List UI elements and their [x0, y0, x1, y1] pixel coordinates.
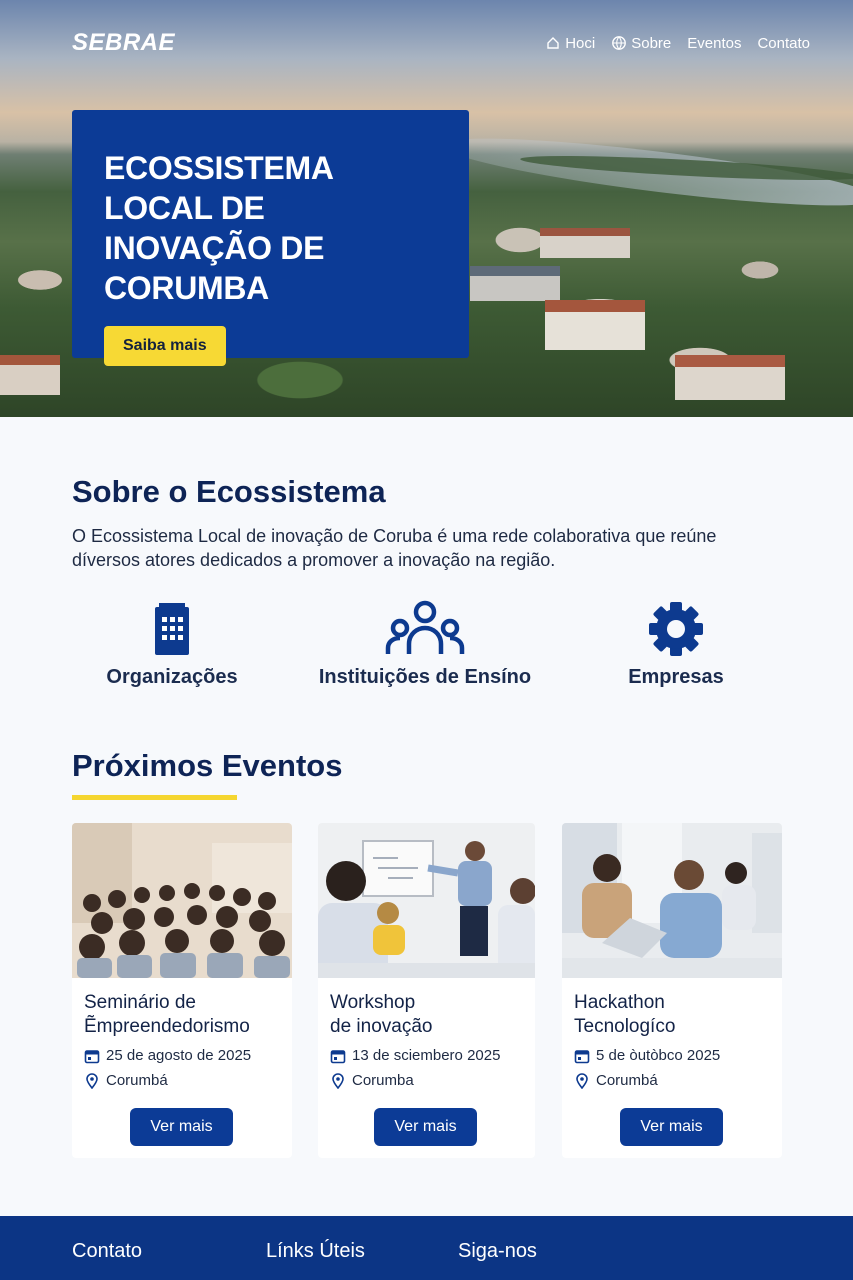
event-date: 5 de òutòbco 2025: [574, 1047, 770, 1064]
event-photo-hackathon: [562, 823, 782, 978]
feature-label: Empresas: [628, 666, 724, 688]
feature-companies: Empresas: [556, 598, 796, 689]
footer-useful-links-heading[interactable]: Línks Úteis: [266, 1240, 365, 1263]
event-date-text: 5 de òutòbco 2025: [596, 1047, 721, 1064]
sebrae-logo[interactable]: SEBRAE: [72, 29, 175, 57]
events-title: Próximos Eventos: [72, 748, 343, 783]
event-location-text: Corumbá: [596, 1072, 658, 1089]
hero-card: ECOSSISTEMA LOCAL DE INOVAÇÃO DE CORUMBA…: [72, 110, 469, 366]
footer: Contato Línks Úteis Siga-nos: [0, 1216, 853, 1280]
feature-institutions: Instituições de Ensíno: [305, 598, 545, 689]
calendar-icon: [574, 1049, 590, 1063]
event-location: Corumbá: [84, 1072, 280, 1089]
footer-follow-us-heading[interactable]: Siga-nos: [458, 1240, 537, 1263]
event-more-button[interactable]: Ver mais: [374, 1108, 477, 1146]
events-title-underline: [72, 795, 237, 800]
globe-icon: [612, 36, 627, 50]
event-location: Corumba: [330, 1072, 523, 1089]
nav-link-label: Hoci: [565, 34, 596, 52]
feature-label: Instituições de Ensíno: [318, 666, 532, 688]
top-nav: SEBRAE Hoci Sobre Eventos Contato: [72, 28, 810, 58]
hero-title: ECOSSISTEMA LOCAL DE INOVAÇÃO DE CORUMBA: [104, 150, 333, 306]
event-photo-seminar: [72, 823, 292, 978]
location-pin-icon: [332, 1072, 344, 1089]
event-title: Hackathon Tecnologíco: [574, 992, 676, 1037]
learn-more-button[interactable]: Saiba mais: [104, 326, 226, 366]
feature-organizations: Organizações: [52, 598, 292, 689]
event-date: 13 de sciembero 2025: [330, 1047, 523, 1064]
event-card: Workshop de inovação 13 de sciembero 202…: [318, 823, 535, 1158]
event-title: Workshop de inovação: [330, 992, 433, 1037]
nav-link-contact[interactable]: Contato: [757, 35, 810, 52]
feature-label: Organizações: [106, 666, 238, 688]
about-title: Sobre o Ecossistema: [72, 474, 386, 509]
building-icon: [155, 603, 189, 655]
about-text: O Ecossistema Local de inovação de Corub…: [72, 526, 717, 570]
event-more-button[interactable]: Ver mais: [620, 1108, 723, 1146]
nav-link-label: Sobre: [631, 34, 672, 52]
footer-contact-heading[interactable]: Contato: [72, 1240, 142, 1263]
event-photo-workshop: [318, 823, 535, 978]
event-date: 25 de agosto de 2025: [84, 1047, 280, 1064]
people-icon: [385, 600, 465, 654]
event-card: Hackathon Tecnologíco 5 de òutòbco 2025 …: [562, 823, 782, 1158]
event-card: Seminário de Ẽmpreendedorismo 25 de agos…: [72, 823, 292, 1158]
nav-links: Hoci Sobre Eventos Contato: [545, 35, 810, 52]
event-more-button[interactable]: Ver mais: [130, 1108, 233, 1146]
nav-link-events[interactable]: Eventos: [687, 35, 741, 52]
nav-link-label: Contato: [757, 34, 810, 52]
event-location: Corumbá: [574, 1072, 770, 1089]
location-pin-icon: [576, 1072, 588, 1089]
location-pin-icon: [86, 1072, 98, 1089]
hero-section: SEBRAE Hoci Sobre Eventos Contato ECOSSI…: [0, 0, 853, 417]
nav-link-about[interactable]: Sobre: [611, 35, 671, 52]
gear-icon: [649, 602, 703, 656]
event-location-text: Corumbá: [106, 1072, 168, 1089]
event-location-text: Corumba: [352, 1072, 414, 1089]
home-icon: [547, 37, 559, 49]
calendar-icon: [330, 1049, 346, 1063]
calendar-icon: [84, 1049, 100, 1063]
event-date-text: 25 de agosto de 2025: [106, 1047, 252, 1064]
nav-link-home[interactable]: Hoci: [545, 35, 595, 52]
event-title: Seminário de Ẽmpreendedorismo: [84, 992, 250, 1037]
nav-link-label: Eventos: [687, 34, 742, 52]
event-date-text: 13 de sciembero 2025: [352, 1047, 501, 1064]
